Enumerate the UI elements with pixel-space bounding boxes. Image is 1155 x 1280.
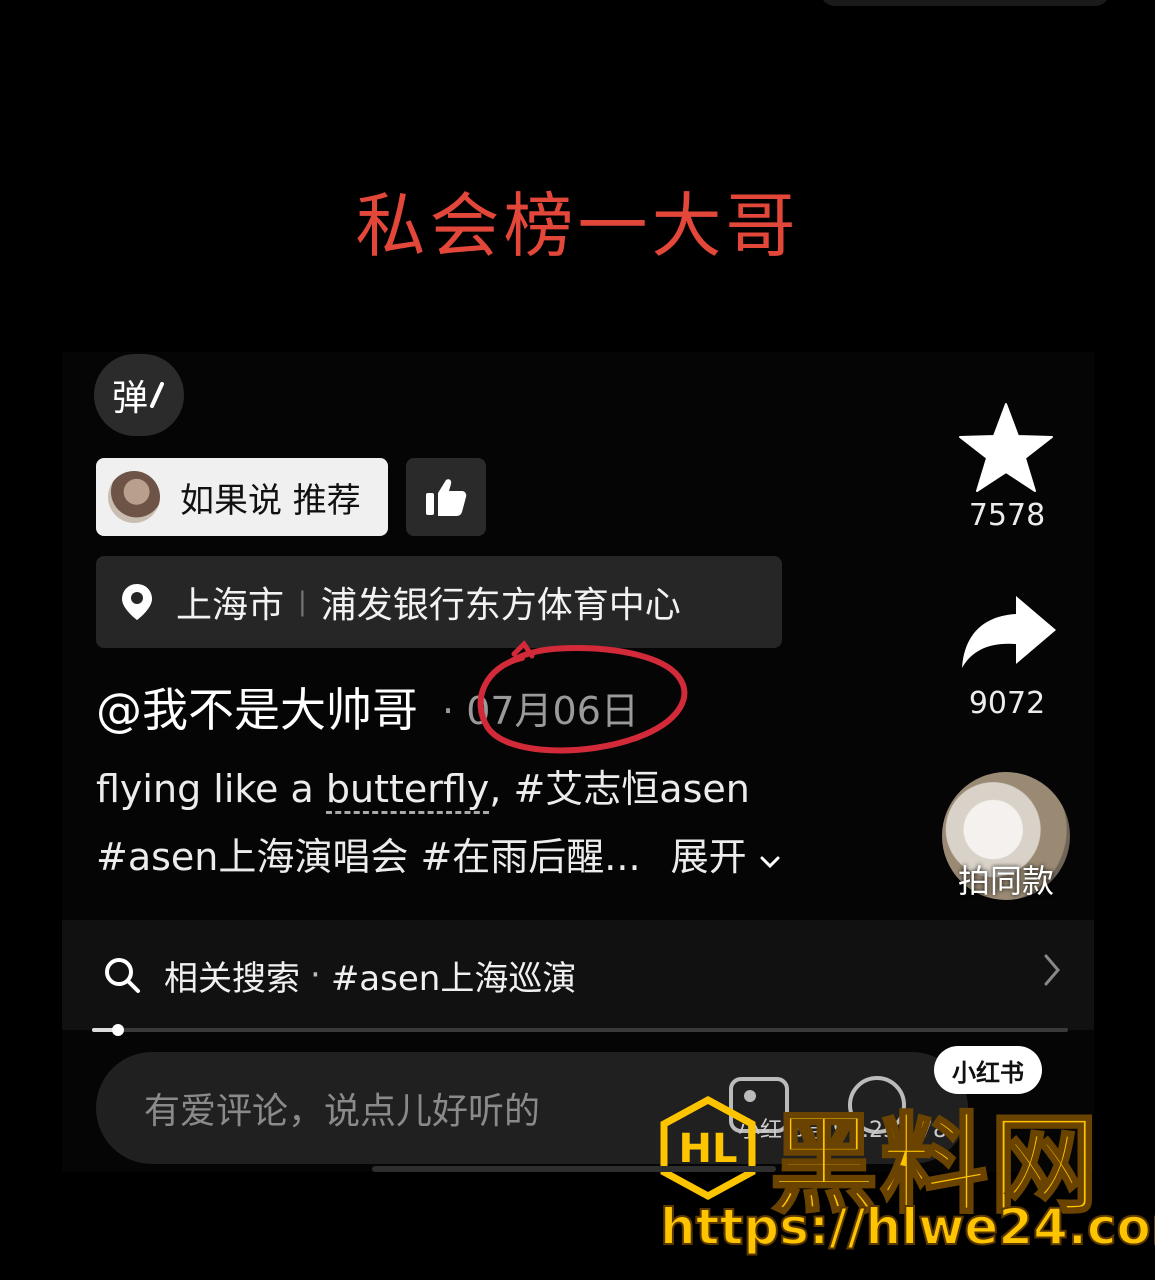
related-search-label: 相关搜索 bbox=[164, 958, 300, 999]
headline: 私会榜一大哥 bbox=[355, 185, 800, 267]
same-style-label: 拍同款 bbox=[957, 862, 1054, 900]
related-search-query: #asen上海巡演 bbox=[330, 958, 577, 999]
comment-placeholder: 有爱评论，说点儿好听的 bbox=[144, 1091, 541, 1132]
danmu-button[interactable]: 弹 bbox=[94, 354, 184, 436]
top-pill bbox=[820, 0, 1110, 6]
red-circle-annotation bbox=[477, 640, 688, 754]
chevron-right-icon bbox=[1042, 952, 1062, 988]
location-city: 上海市 bbox=[176, 585, 285, 626]
video-progress-bar[interactable] bbox=[92, 1028, 1068, 1032]
favorite-count: 7578 bbox=[968, 498, 1046, 533]
expand-label: 展开 bbox=[670, 835, 747, 879]
favorite-button[interactable] bbox=[958, 402, 1054, 498]
caption-hashtags[interactable]: #asen上海演唱会 #在雨后醒... bbox=[96, 835, 641, 879]
watermark-url: https://hlwe24.com bbox=[659, 1197, 1155, 1257]
thumbs-up-icon bbox=[426, 479, 467, 516]
caption-text: flying like a bbox=[96, 767, 326, 811]
location-pin-icon bbox=[120, 582, 154, 622]
related-search-bar[interactable]: 相关搜索 · #asen上海巡演 bbox=[62, 920, 1094, 1030]
caption-line-1: flying like a butterfly, #艾志恒asen bbox=[96, 758, 750, 814]
caption-hashtag[interactable]: , #艾志恒asen bbox=[489, 767, 750, 811]
avatar bbox=[108, 471, 160, 523]
caption-line-2: #asen上海演唱会 #在雨后醒... 展开 bbox=[96, 826, 781, 881]
scroll-indicator bbox=[372, 1166, 776, 1172]
danmu-icon: 弹 bbox=[111, 378, 148, 419]
location-chip[interactable]: 上海市 | 浦发银行东方体育中心 bbox=[96, 556, 782, 648]
expand-button[interactable]: 展开 bbox=[671, 835, 781, 879]
video-progress-knob[interactable] bbox=[112, 1024, 124, 1036]
caption-link[interactable]: butterfly bbox=[325, 767, 490, 814]
chevron-down-icon bbox=[760, 856, 780, 869]
watermark-logo: HL bbox=[660, 1096, 756, 1200]
related-search-dot: · bbox=[310, 955, 321, 995]
recommend-chip[interactable]: 如果说 推荐 bbox=[96, 458, 388, 536]
search-icon bbox=[102, 955, 142, 995]
location-venue: 浦发银行东方体育中心 bbox=[320, 585, 681, 626]
share-button[interactable] bbox=[958, 592, 1058, 676]
like-button[interactable] bbox=[406, 458, 486, 536]
star-icon bbox=[959, 403, 1053, 492]
date-separator: · bbox=[442, 688, 455, 733]
divider: | bbox=[298, 587, 307, 617]
pencil-icon bbox=[150, 382, 164, 408]
share-arrow-icon bbox=[962, 596, 1056, 668]
recommend-label: 如果说 推荐 bbox=[180, 480, 361, 521]
share-count: 9072 bbox=[968, 686, 1046, 721]
author-name[interactable]: @我不是大帅哥 bbox=[96, 674, 418, 740]
